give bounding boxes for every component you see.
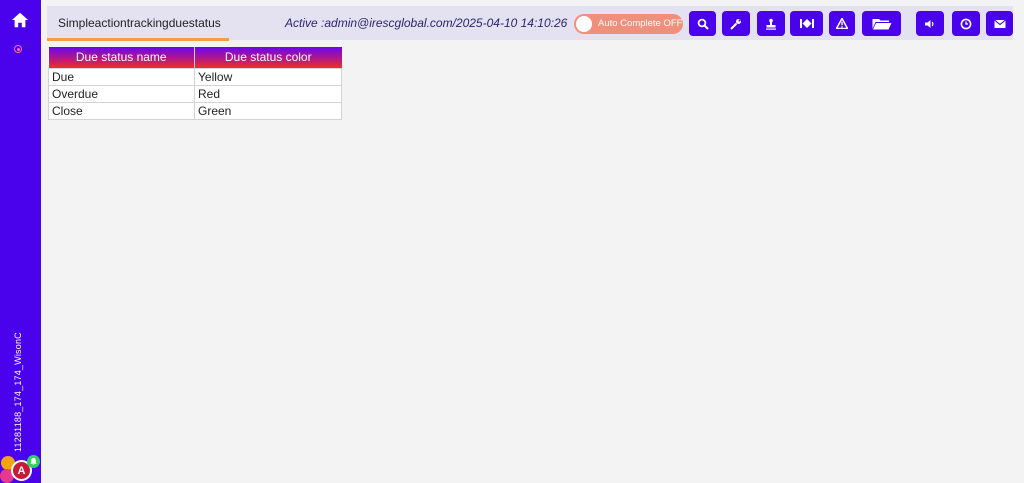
home-icon[interactable] [11,11,29,29]
column-header-due-status-color[interactable]: Due status color [194,47,342,68]
due-status-name-cell[interactable]: Overdue [48,84,195,103]
sidebar-indicator-icon[interactable] [14,45,22,53]
active-user-status: Active :admin@irescglobal.com/2025-04-10… [285,16,568,30]
due-status-table: Due status name Due status color Due Yel… [48,47,342,120]
clock-button[interactable] [952,11,980,36]
sidebar-version-text: 11281188_174_174_WisonC [13,332,23,452]
sidebar: 11281188_174_174_WisonC [0,0,41,483]
sound-button[interactable] [916,11,944,36]
due-status-name-cell[interactable]: Due [48,67,195,86]
table-row[interactable]: Due Yellow [48,67,342,86]
search-button[interactable] [689,11,716,36]
due-status-color-cell[interactable]: Red [194,84,342,103]
column-header-due-status-name[interactable]: Due status name [48,47,195,68]
toggle-knob [576,16,592,32]
warning-icon [836,18,848,29]
active-tab-underline [47,38,229,41]
skip-icon [799,19,814,28]
auto-complete-toggle[interactable]: Auto Complete OFF [574,14,683,34]
page-title: Simpleactiontrackingduestatus [58,16,221,30]
speaker-icon [925,19,934,28]
clock-icon [960,18,972,29]
table-row[interactable]: Close Green [48,101,342,120]
skip-button[interactable] [790,11,823,36]
due-status-color-cell[interactable]: Yellow [194,67,342,86]
alert-button[interactable] [829,11,855,36]
mail-icon [993,19,1006,28]
settings-button[interactable] [722,11,750,36]
folder-button[interactable] [862,11,901,36]
table-row[interactable]: Overdue Red [48,84,342,103]
approve-button[interactable] [757,11,785,36]
due-status-name-cell[interactable]: Close [48,101,195,120]
wrench-icon [730,18,741,30]
stamp-icon [766,18,776,30]
folder-icon [872,18,891,29]
due-status-color-cell[interactable]: Green [194,101,342,120]
notification-bell-icon[interactable] [27,455,40,468]
table-header-row: Due status name Due status color [48,47,342,68]
header-bar: Simpleactiontrackingduestatus Active :ad… [47,6,1013,41]
search-icon [697,18,709,30]
mail-button[interactable] [986,11,1013,36]
toggle-label: Auto Complete OFF [598,18,683,29]
